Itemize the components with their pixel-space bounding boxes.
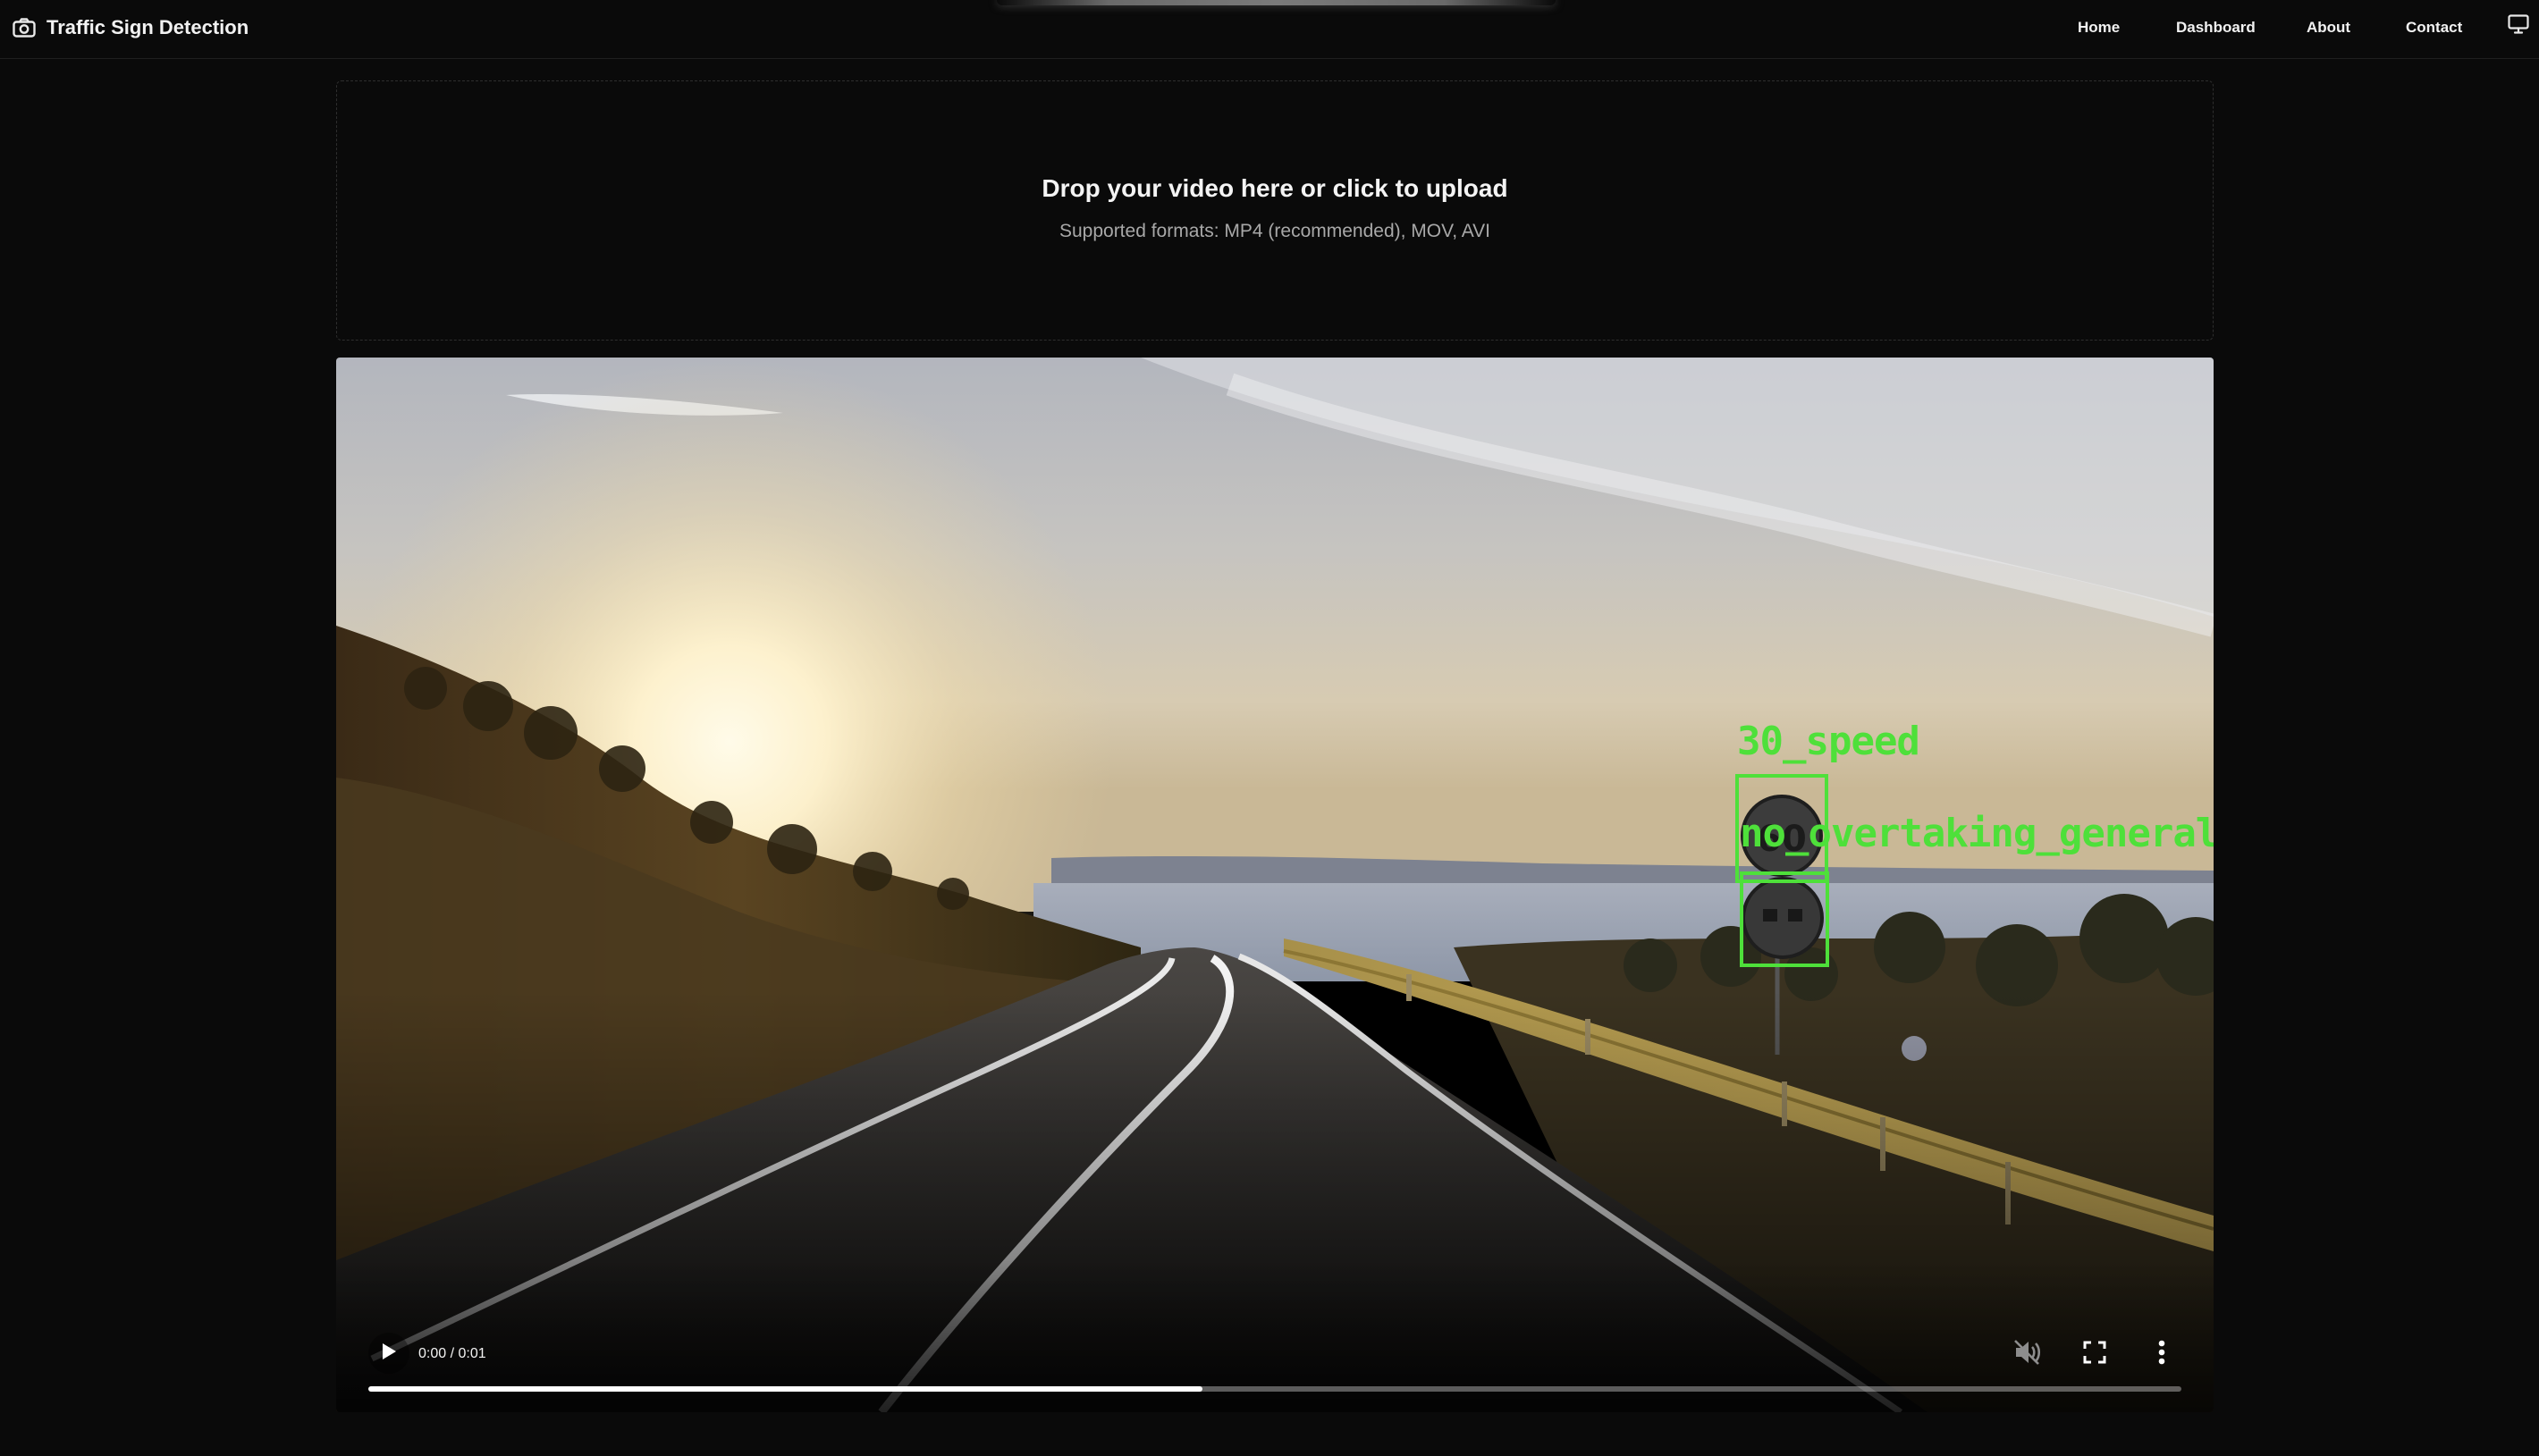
video-frame: 60 xyxy=(336,358,2214,1412)
nav-home[interactable]: Home xyxy=(2078,19,2120,37)
fullscreen-button[interactable] xyxy=(2077,1336,2113,1372)
dropzone-subtitle: Supported formats: MP4 (recommended), MO… xyxy=(1059,221,1491,241)
nav-about[interactable]: About xyxy=(2307,19,2350,37)
dropzone-title: Drop your video here or click to upload xyxy=(1042,174,1508,202)
brand[interactable]: Traffic Sign Detection xyxy=(13,13,249,43)
progress-bar[interactable] xyxy=(368,1386,2181,1392)
detection-label-2: no_overtaking_general xyxy=(1740,811,2214,856)
detection-box-2 xyxy=(1740,871,1829,967)
app-title: Traffic Sign Detection xyxy=(46,16,249,38)
more-vert-icon xyxy=(2158,1340,2165,1369)
video-player[interactable]: 60 30_speed no_overtaking_general 0:00 /… xyxy=(336,358,2214,1412)
video-dropzone[interactable]: Drop your video here or click to upload … xyxy=(336,80,2214,341)
more-options-button[interactable] xyxy=(2144,1336,2180,1372)
camera-icon xyxy=(13,18,36,38)
nav-contact[interactable]: Contact xyxy=(2406,19,2462,37)
monitor-button[interactable] xyxy=(2505,13,2532,39)
detection-label-1: 30_speed xyxy=(1737,719,1920,764)
play-button[interactable] xyxy=(368,1333,409,1374)
top-navbar: Traffic Sign Detection Home Dashboard Ab… xyxy=(0,0,2539,59)
top-glow-decoration xyxy=(997,0,1556,5)
progress-fill xyxy=(368,1386,1202,1392)
nav-dashboard[interactable]: Dashboard xyxy=(2176,19,2256,37)
volume-button[interactable] xyxy=(2010,1336,2046,1372)
monitor-icon xyxy=(2508,13,2529,38)
fullscreen-icon xyxy=(2083,1341,2106,1368)
volume-muted-icon xyxy=(2013,1339,2042,1370)
play-icon xyxy=(380,1342,398,1366)
time-display: 0:00 / 0:01 xyxy=(418,1346,486,1361)
